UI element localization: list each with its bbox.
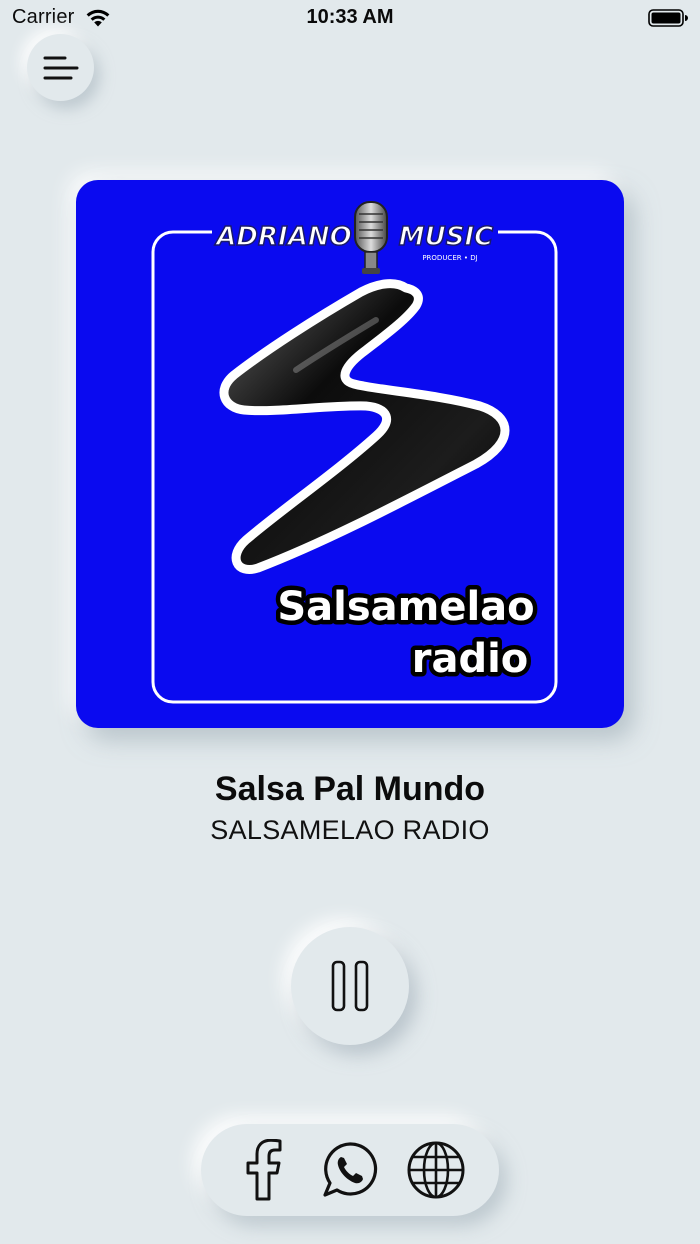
globe-icon — [407, 1141, 465, 1199]
battery-icon — [648, 9, 688, 27]
logo-text-adriano: ADRIANO — [214, 222, 351, 252]
pause-icon — [331, 960, 369, 1012]
station-artwork: ADRIANO MUSIC PRODUCER • DJ Salsamelao S… — [76, 180, 624, 728]
menu-button[interactable] — [27, 34, 94, 101]
pause-button[interactable] — [291, 927, 409, 1045]
facebook-icon — [246, 1139, 282, 1201]
logo-tagline: PRODUCER • DJ — [422, 254, 477, 262]
track-title: Salsa Pal Mundo — [214, 770, 486, 808]
microphone-icon — [354, 201, 388, 274]
website-button[interactable] — [404, 1138, 468, 1202]
facebook-button[interactable] — [232, 1138, 296, 1202]
social-links-bar — [201, 1124, 499, 1216]
logo-text-salsamelao: Salsamelao — [277, 584, 534, 630]
clock: 10:33 AM — [306, 6, 394, 28]
menu-lines-icon — [43, 56, 78, 79]
s-logo-shape — [219, 279, 510, 574]
logo-text-radio: radio — [412, 636, 529, 682]
status-bar: Carrier 10:33 AM — [0, 0, 700, 40]
logo-text-music: MUSIC — [399, 222, 493, 252]
whatsapp-icon — [323, 1142, 378, 1197]
station-name: SALSAMELAO RADIO — [210, 815, 490, 845]
whatsapp-button[interactable] — [318, 1138, 382, 1202]
station-logo: ADRIANO MUSIC PRODUCER • DJ Salsamelao S… — [151, 201, 558, 704]
